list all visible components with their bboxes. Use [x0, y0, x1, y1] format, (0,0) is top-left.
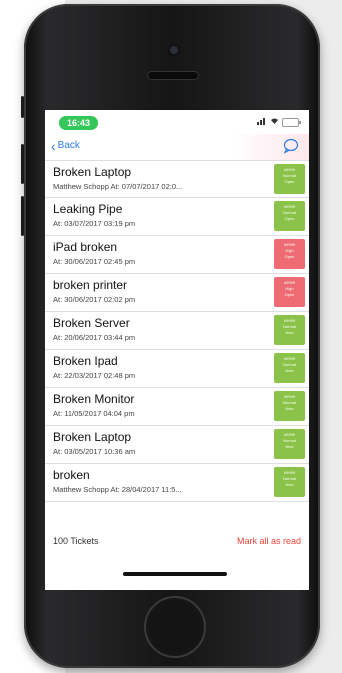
signal-icon	[257, 117, 267, 127]
ticket-row[interactable]: Broken Ipad At: 22/03/2017 02:48 pm #9999 N…	[45, 350, 309, 388]
status-icons	[257, 117, 301, 127]
earpiece-speaker	[148, 72, 198, 79]
ticket-row[interactable]: broken printer At: 30/06/2017 02:02 pm #99…	[45, 274, 309, 312]
badge-line: New	[285, 406, 294, 411]
ticket-title: iPad broken	[53, 240, 118, 254]
status-bar: 16:43	[45, 110, 309, 134]
ticket-row[interactable]: Broken Laptop At: 03/05/2017 10:36 am #999…	[45, 426, 309, 464]
ticket-subtitle: At: 30/06/2017 02:45 pm	[53, 257, 136, 266]
ticket-title: Broken Ipad	[53, 354, 118, 368]
back-label: Back	[57, 140, 80, 151]
status-badge: #9999 Normal New	[274, 353, 305, 383]
back-button[interactable]: ‹ Back	[51, 137, 80, 154]
ticket-row[interactable]: Broken Laptop Matthew Schopp At: 07/07/20…	[45, 160, 309, 198]
ticket-subtitle: At: 03/07/2017 03:19 pm	[53, 219, 136, 228]
badge-line: New	[285, 368, 294, 373]
side-button-volume-down	[21, 196, 24, 236]
status-badge: #9999 Normal New	[274, 315, 305, 345]
ticket-title: Broken Laptop	[53, 430, 132, 444]
side-button-volume-up	[21, 144, 24, 184]
status-badge: #9999 Normal New	[274, 467, 305, 497]
badge-line: Open	[284, 254, 295, 259]
ticket-title: Leaking Pipe	[53, 202, 123, 216]
ticket-title: broken	[53, 468, 90, 482]
chat-bubble-icon[interactable]	[283, 138, 299, 159]
ticket-title: Broken Laptop	[53, 165, 132, 179]
front-camera	[170, 46, 178, 54]
wifi-icon	[270, 117, 279, 127]
ticket-subtitle: At: 03/05/2017 10:36 am	[53, 447, 136, 456]
ticket-subtitle: At: 20/06/2017 03:44 pm	[53, 333, 136, 342]
ticket-title: Broken Monitor	[53, 392, 135, 406]
badge-line: New	[285, 444, 294, 449]
status-badge: #9999 High Open	[274, 239, 305, 269]
battery-icon	[282, 117, 301, 127]
badge-line: New	[285, 482, 294, 487]
nav-bar: ‹ Back	[45, 134, 309, 160]
status-time: 16:43	[59, 116, 99, 130]
status-badge: #9999 Normal New	[274, 391, 305, 421]
home-indicator	[123, 572, 227, 576]
ticket-subtitle: At: 30/06/2017 02:02 pm	[53, 295, 136, 304]
ticket-title: Broken Server	[53, 316, 130, 330]
list-footer: 100 Tickets Mark all as read	[45, 524, 309, 558]
status-badge: #9999 Normal New	[274, 429, 305, 459]
ticket-row[interactable]: Leaking Pipe At: 03/07/2017 03:19 pm #9999…	[45, 198, 309, 236]
side-button-mute	[21, 96, 24, 118]
home-button[interactable]	[144, 596, 206, 658]
app-screen: 16:43 ‹ Back Broken Laptop Matthew Schopp…	[45, 110, 309, 590]
ticket-subtitle: Matthew Schopp At: 28/04/2017 11:5...	[53, 485, 182, 494]
ticket-subtitle: Matthew Schopp At: 07/07/2017 02:0...	[53, 182, 183, 191]
chevron-left-icon: ‹	[51, 137, 56, 154]
ticket-list: Broken Laptop Matthew Schopp At: 07/07/20…	[45, 160, 309, 502]
ticket-row[interactable]: Broken Monitor At: 11/05/2017 04:04 pm #99…	[45, 388, 309, 426]
ticket-row[interactable]: iPad broken At: 30/06/2017 02:45 pm #9999 H…	[45, 236, 309, 274]
ticket-title: broken printer	[53, 278, 128, 292]
status-badge: #9999 High Open	[274, 277, 305, 307]
status-badge: #9999 Normal Open	[274, 201, 305, 231]
status-badge: #9999 Normal Open	[274, 164, 305, 194]
badge-line: Open	[284, 179, 295, 184]
ticket-subtitle: At: 22/03/2017 02:48 pm	[53, 371, 136, 380]
ticket-count: 100 Tickets	[53, 536, 99, 546]
mark-all-read-button[interactable]: Mark all as read	[237, 536, 301, 546]
badge-line: Open	[284, 292, 295, 297]
ticket-row[interactable]: broken Matthew Schopp At: 28/04/2017 11:5…	[45, 464, 309, 502]
badge-line: Open	[284, 216, 295, 221]
badge-line: New	[285, 330, 294, 335]
ticket-row[interactable]: Broken Server At: 20/06/2017 03:44 pm #999…	[45, 312, 309, 350]
ticket-subtitle: At: 11/05/2017 04:04 pm	[53, 409, 135, 418]
